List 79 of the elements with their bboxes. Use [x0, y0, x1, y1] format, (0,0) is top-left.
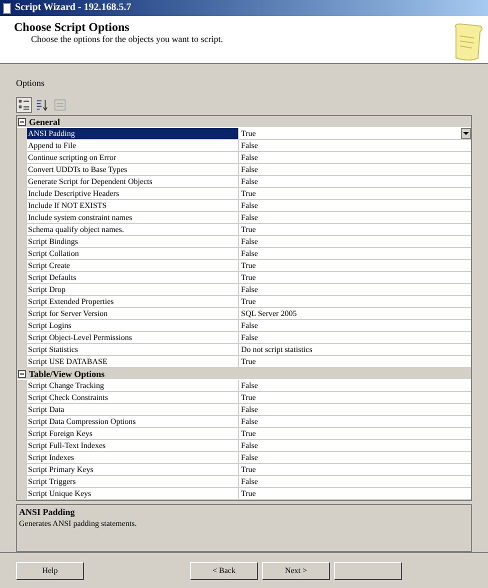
dropdown-button[interactable]	[461, 128, 471, 139]
property-value: SQL Server 2005	[240, 308, 298, 320]
categorized-view-icon[interactable]	[16, 97, 32, 113]
property-name[interactable]: Script Collation	[27, 248, 239, 259]
property-name[interactable]: Include Descriptive Headers	[27, 188, 239, 199]
property-name[interactable]: Script Data	[27, 404, 239, 415]
property-value: True	[240, 296, 257, 308]
property-name[interactable]: Script Extended Properties	[27, 296, 239, 307]
property-name[interactable]: Script Drop	[27, 284, 239, 295]
property-value: False	[240, 440, 259, 452]
caret-icon	[463, 132, 469, 136]
property-name[interactable]: Include If NOT EXISTS	[27, 200, 239, 211]
category-label: Table/View Options	[29, 368, 105, 380]
property-value: False	[240, 176, 259, 188]
wizard-button[interactable]: < Back	[190, 562, 258, 580]
wizard-button[interactable]: Next >	[262, 562, 330, 580]
window-icon	[3, 2, 11, 14]
property-name[interactable]: Script Data Compression Options	[27, 416, 239, 427]
property-value: True	[240, 128, 257, 140]
property-name[interactable]: Script Triggers	[27, 476, 239, 487]
property-name[interactable]: Script Check Constraints	[27, 392, 239, 403]
property-value: True	[240, 260, 257, 272]
property-name[interactable]: Script Primary Keys	[27, 464, 239, 475]
options-label: Options	[16, 78, 46, 89]
property-value: True	[240, 392, 257, 404]
property-value: False	[240, 320, 259, 332]
property-name[interactable]: Script Change Tracking	[27, 380, 239, 391]
property-value: False	[240, 152, 259, 164]
property-name[interactable]: Script Statistics	[27, 344, 239, 355]
page-title: Choose Script Options	[14, 20, 130, 34]
property-name[interactable]: Script Bindings	[27, 236, 239, 247]
property-name[interactable]: Script Full-Text Indexes	[27, 440, 239, 451]
page-subtitle: Choose the options for the objects you want to script.	[30, 34, 224, 45]
property-name[interactable]: Include system constraint names	[27, 212, 239, 223]
property-value: True	[240, 272, 257, 284]
expander-icon[interactable]	[18, 370, 26, 378]
property-value: False	[240, 164, 259, 176]
property-value: True	[240, 188, 257, 200]
property-name[interactable]: Convert UDDTs to Base Types	[27, 164, 239, 175]
property-value: False	[240, 284, 259, 296]
property-name[interactable]: Continue scripting on Error	[27, 152, 239, 163]
property-value: True	[240, 428, 257, 440]
property-name[interactable]: Script Object-Level Permissions	[27, 332, 239, 343]
property-name[interactable]: Append to File	[27, 140, 239, 151]
property-value: False	[240, 416, 259, 428]
property-value: False	[240, 140, 259, 152]
property-value: True	[240, 464, 257, 476]
property-name[interactable]: Script Defaults	[27, 272, 239, 283]
property-value: False	[240, 212, 259, 224]
property-name[interactable]: Script USE DATABASE	[27, 356, 239, 367]
property-value: False	[240, 332, 259, 344]
property-name[interactable]: Script Logins	[27, 320, 239, 331]
category-label: General	[29, 116, 60, 128]
property-name[interactable]: Generate Script for Dependent Objects	[27, 176, 239, 187]
property-value: True	[240, 488, 257, 500]
property-name[interactable]: ANSI Padding	[27, 128, 239, 139]
property-value: True	[240, 224, 257, 236]
property-value: False	[240, 452, 259, 464]
description-title: ANSI Padding	[19, 506, 76, 518]
property-value: True	[240, 356, 257, 368]
property-value: False	[240, 236, 259, 248]
property-name[interactable]: Script Create	[27, 260, 239, 271]
property-value: False	[240, 380, 259, 392]
sort-ascending-icon[interactable]	[34, 97, 50, 113]
property-value: Do not script statistics	[240, 344, 314, 356]
property-name[interactable]: Script Indexes	[27, 452, 239, 463]
wizard-button[interactable]: Help	[16, 562, 84, 580]
property-name[interactable]: Script for Server Version	[27, 308, 239, 319]
expander-icon[interactable]	[18, 118, 26, 126]
property-value: False	[240, 476, 259, 488]
property-name[interactable]: Script Unique Keys	[27, 488, 239, 499]
property-name[interactable]: Schema qualify object names.	[27, 224, 239, 235]
wizard-button[interactable]	[334, 562, 402, 580]
property-value: False	[240, 200, 259, 212]
property-value: False	[240, 248, 259, 260]
window-title: Script Wizard - 192.168.5.7	[15, 3, 132, 13]
property-name[interactable]: Script Foreign Keys	[27, 428, 239, 439]
description-text: Generates ANSI padding statements.	[19, 518, 138, 529]
property-value: False	[240, 404, 259, 416]
